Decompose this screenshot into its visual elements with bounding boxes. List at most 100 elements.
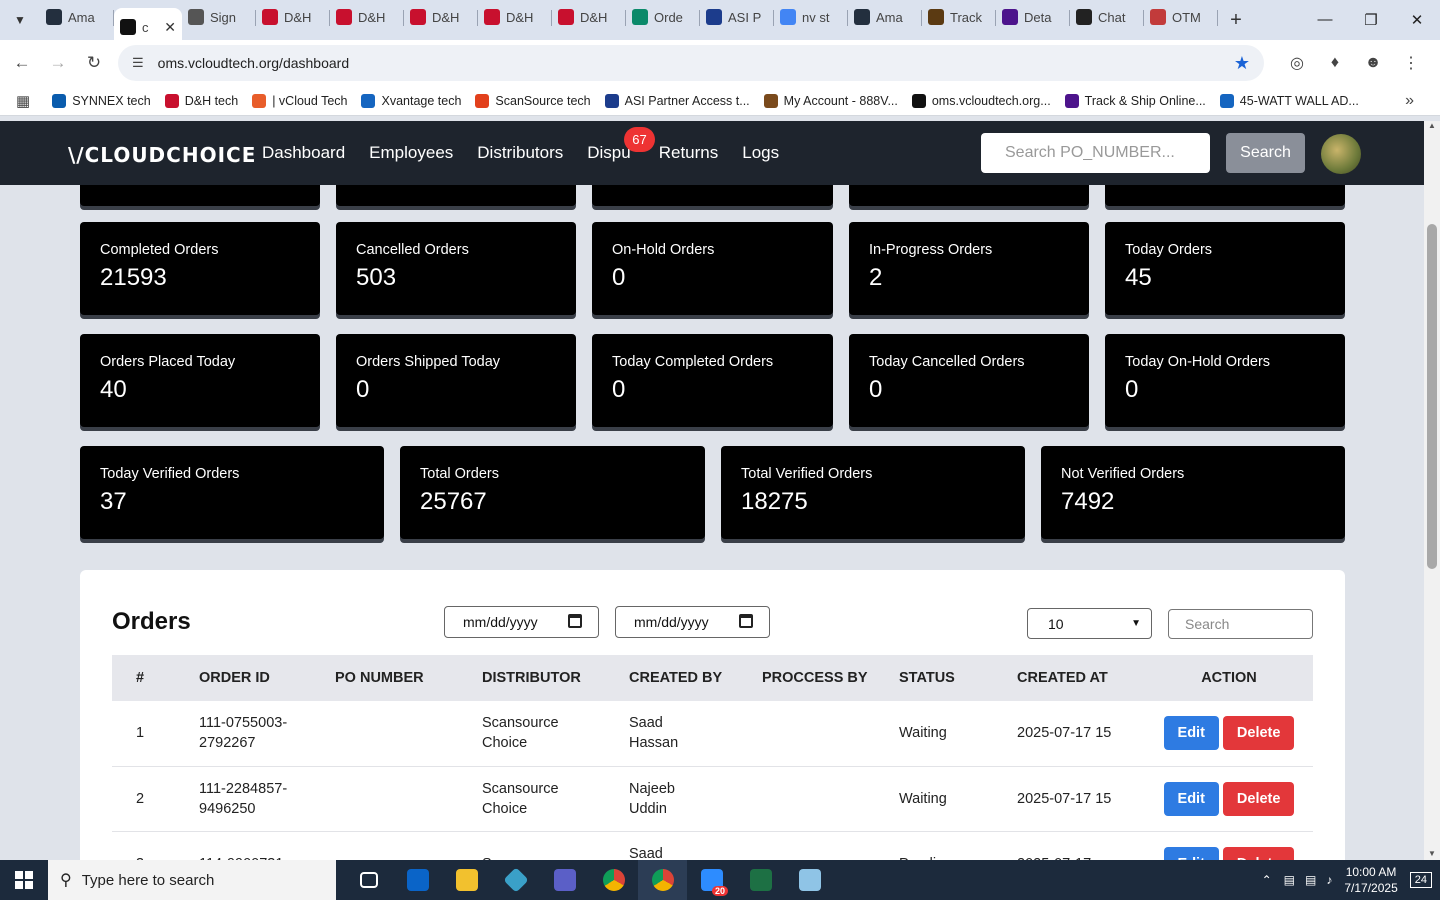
app-blue-icon[interactable] [491,860,540,900]
profile-icon[interactable]: ☻ [1354,54,1392,72]
browser-tab[interactable]: Sign [182,2,256,32]
tab-title: ASI P [728,9,762,25]
zoom-icon[interactable]: 20 [687,860,736,900]
brand-logo[interactable]: \/CLOUDCHOICE [68,143,256,167]
outlook-icon[interactable] [393,860,442,900]
bookmark-item[interactable]: ASI Partner Access t... [604,93,750,108]
omnibox[interactable]: ☰ oms.vcloudtech.org/dashboard ★ [118,45,1264,81]
file-explorer-icon[interactable] [442,860,491,900]
minimize-icon[interactable]: — [1302,11,1348,29]
translate-icon[interactable]: ◎ [1278,53,1316,73]
bookmark-item[interactable]: 45-WATT WALL AD... [1219,93,1359,108]
volume-icon[interactable]: ♪ [1326,873,1332,887]
calendar-icon[interactable] [568,614,582,628]
page-size-select[interactable]: 10 ▼ [1027,608,1152,639]
nav-employees[interactable]: Employees [369,143,453,163]
taskbar-search-box[interactable]: ⚲ Type here to search [48,860,336,900]
task-view-icon[interactable] [344,860,393,900]
cell-action: EditDelete [1145,831,1313,860]
delete-button[interactable]: Delete [1222,781,1295,816]
user-avatar[interactable] [1321,134,1361,174]
browser-tab[interactable]: Chat [1070,2,1144,32]
close-tab-icon[interactable]: ✕ [164,19,176,36]
apps-grid-icon[interactable]: ▦ [16,92,30,110]
browser-tab[interactable]: D&H [404,2,478,32]
extensions-icon[interactable]: ♦ [1316,54,1354,72]
bookmark-item[interactable]: ScanSource tech [475,93,591,108]
wifi-icon[interactable]: ▤ [1305,873,1316,887]
notepad-icon[interactable] [785,860,834,900]
delete-button[interactable]: Delete [1222,716,1295,751]
date-to-input[interactable]: mm/dd/yyyy [615,606,770,638]
page-scrollbar[interactable]: ▲ ▼ [1424,121,1440,860]
chrome-icon[interactable] [589,860,638,900]
browser-tab[interactable]: nv st [774,2,848,32]
browser-tab[interactable]: Deta [996,2,1070,32]
close-window-icon[interactable]: ✕ [1394,11,1440,29]
browser-tab[interactable]: OTM [1144,2,1218,32]
bookmark-star-icon[interactable]: ★ [1234,53,1250,74]
chrome-profile-icon[interactable] [638,860,687,900]
browser-tab[interactable]: D&H [330,2,404,32]
po-search-input[interactable]: Search PO_NUMBER... [981,133,1210,173]
clock[interactable]: 10:00 AM 7/17/2025 [1344,864,1397,896]
table-search-input[interactable]: Search [1168,609,1313,639]
po-search-button[interactable]: Search [1226,133,1305,173]
nav-dashboard[interactable]: Dashboard [262,143,345,163]
nav-disputes[interactable]: Dispu 67 [587,127,655,163]
stat-value: 40 [100,376,127,403]
browser-tab[interactable]: D&H [478,2,552,32]
tab-title: D&H [506,9,534,25]
edit-button[interactable]: Edit [1163,716,1219,751]
more-bookmarks-icon[interactable]: » [1405,92,1414,110]
browser-tab[interactable]: Ama [848,2,922,32]
delete-button[interactable]: Delete [1222,846,1295,860]
scroll-down-icon[interactable]: ▼ [1424,849,1440,858]
calendar-icon[interactable] [739,614,753,628]
teams-icon[interactable] [540,860,589,900]
date-from-text: mm/dd/yyyy [463,614,538,630]
taskbar-apps: 20 [344,860,834,900]
back-icon[interactable]: ← [4,53,40,73]
tab-divider [1217,10,1218,26]
scroll-up-icon[interactable]: ▲ [1424,121,1440,130]
browser-tab[interactable]: Track [922,2,996,32]
edit-button[interactable]: Edit [1163,846,1219,860]
browser-tab[interactable]: D&H [256,2,330,32]
date-from-input[interactable]: mm/dd/yyyy [444,606,599,638]
bookmark-item[interactable]: D&H tech [164,93,238,108]
tray-chevron-icon[interactable]: ⌃ [1262,873,1272,887]
bookmark-item[interactable]: Track & Ship Online... [1064,93,1206,108]
bookmark-item[interactable]: | vCloud Tech [252,93,347,108]
restore-icon[interactable]: ❐ [1348,11,1394,29]
edit-button[interactable]: Edit [1163,781,1219,816]
cell-order-id: 111-2284857-9496250 [199,766,335,832]
window-controls: — ❐ ✕ [1302,11,1440,29]
asi-icon [706,9,722,25]
bookmark-item[interactable]: My Account - 888V... [763,93,898,108]
new-tab-button[interactable]: + [1218,9,1254,32]
nav-distributors[interactable]: Distributors [477,143,563,163]
bookmark-favicon-icon [1219,93,1234,108]
bookmark-favicon-icon [604,93,619,108]
browser-tab[interactable]: ASI P [700,2,774,32]
network-status-icon[interactable]: ▤ [1284,873,1295,887]
bookmark-item[interactable]: oms.vcloudtech.org... [911,93,1051,108]
bookmark-item[interactable]: SYNNEX tech [52,93,151,108]
start-button[interactable] [0,860,48,900]
bookmark-item[interactable]: Xvantage tech [361,93,461,108]
browser-tab[interactable]: D&H [552,2,626,32]
menu-icon[interactable]: ⋮ [1392,53,1430,73]
nav-returns[interactable]: Returns [659,143,719,163]
browser-tab[interactable]: Ama [40,2,114,32]
tab-search-button[interactable]: ▼ [0,0,40,40]
nav-logs[interactable]: Logs [742,143,779,163]
excel-icon[interactable] [736,860,785,900]
browser-tab[interactable]: Orde [626,2,700,32]
forward-icon[interactable]: → [40,53,76,73]
notifications-icon[interactable]: 24 [1409,872,1432,888]
reload-icon[interactable]: ↻ [76,53,112,73]
cell-po [335,831,482,860]
scrollbar-thumb[interactable] [1427,224,1437,569]
site-info-icon[interactable]: ☰ [132,55,144,71]
